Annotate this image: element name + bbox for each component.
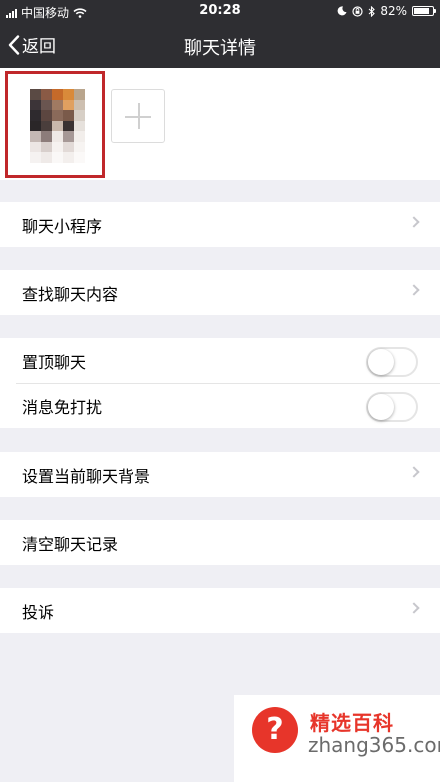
avatar-tile	[52, 110, 63, 121]
avatar-tile	[52, 141, 63, 153]
member-avatar[interactable]	[30, 89, 85, 163]
status-bar: 中国移动 20:28 82%	[0, 0, 440, 22]
row-search-content[interactable]: 查找聊天内容	[0, 270, 440, 315]
avatar-tile	[52, 131, 63, 142]
avatar-tile	[74, 110, 85, 121]
battery-icon	[412, 6, 436, 16]
row-label: 查找聊天内容	[22, 284, 119, 304]
row-set-background[interactable]: 设置当前聊天背景	[0, 452, 440, 497]
group-search: 查找聊天内容	[0, 270, 440, 315]
avatar-tile	[41, 141, 52, 153]
chevron-right-icon	[408, 284, 420, 296]
members-section	[0, 68, 440, 180]
toggle-knob	[368, 349, 394, 375]
question-mark-icon: ?	[252, 707, 298, 753]
avatar-tile	[63, 89, 74, 100]
chevron-right-icon	[408, 216, 420, 228]
top-bar: 中国移动 20:28 82% 返回 聊天详情	[0, 0, 440, 68]
avatar-tile	[41, 131, 52, 142]
toggle-knob	[368, 394, 394, 420]
avatar-tile	[30, 89, 41, 100]
avatar-tile	[52, 120, 63, 132]
row-pin-chat: 置顶聊天	[0, 338, 440, 383]
avatar-tile	[52, 99, 63, 111]
avatar-tile	[63, 120, 74, 132]
avatar-tile	[63, 152, 74, 163]
watermark: ? 精选百科 zhang365.com	[234, 695, 440, 782]
mute-toggle[interactable]	[366, 392, 418, 422]
avatar-tile	[30, 152, 41, 163]
avatar-tile	[74, 152, 85, 163]
avatar-tile	[74, 89, 85, 100]
avatar-tile	[74, 99, 85, 111]
member-highlight-frame	[5, 71, 105, 178]
page-title: 聊天详情	[184, 38, 256, 59]
avatar-tile	[74, 131, 85, 142]
avatar-tile	[74, 141, 85, 153]
chevron-right-icon	[408, 602, 420, 614]
pin-chat-toggle[interactable]	[366, 347, 418, 377]
row-label: 消息免打扰	[22, 397, 103, 417]
watermark-name: 精选百科	[310, 711, 394, 735]
nav-bar: 返回 聊天详情	[0, 22, 440, 68]
row-label: 置顶聊天	[22, 352, 87, 372]
bluetooth-icon	[368, 5, 376, 17]
avatar-tile	[41, 99, 52, 111]
avatar-tile	[30, 110, 41, 121]
battery-level	[414, 8, 429, 14]
row-mute: 消息免打扰	[0, 383, 440, 428]
battery-percent: 82%	[380, 4, 407, 18]
row-mini-programs[interactable]: 聊天小程序	[0, 202, 440, 247]
chevron-right-icon	[408, 466, 420, 478]
row-label: 清空聊天记录	[22, 534, 119, 554]
group-toggles: 置顶聊天 消息免打扰	[0, 338, 440, 428]
add-member-button[interactable]	[111, 89, 165, 143]
group-mini-programs: 聊天小程序	[0, 202, 440, 247]
avatar-tile	[52, 89, 63, 100]
row-label: 设置当前聊天背景	[22, 466, 151, 486]
avatar-tile	[74, 120, 85, 132]
moon-icon	[337, 6, 347, 16]
avatar-tile	[30, 99, 41, 111]
group-background: 设置当前聊天背景	[0, 452, 440, 497]
avatar-tile	[41, 120, 52, 132]
row-label: 投诉	[22, 602, 55, 622]
avatar-tile	[41, 89, 52, 100]
avatar-tile	[63, 141, 74, 153]
avatar-tile	[63, 131, 74, 142]
avatar-tile	[30, 131, 41, 142]
row-clear-history[interactable]: 清空聊天记录	[0, 520, 440, 565]
row-label: 聊天小程序	[22, 216, 103, 236]
avatar-tile	[63, 110, 74, 121]
watermark-url: zhang365.com	[308, 733, 440, 757]
group-report: 投诉	[0, 588, 440, 633]
avatar-tile	[41, 110, 52, 121]
row-report[interactable]: 投诉	[0, 588, 440, 633]
avatar-tile	[63, 99, 74, 111]
avatar-tile	[52, 152, 63, 163]
avatar-tile	[30, 141, 41, 153]
group-clear: 清空聊天记录	[0, 520, 440, 565]
orientation-lock-icon	[352, 5, 363, 17]
avatar-tile	[41, 152, 52, 163]
avatar-tile	[30, 120, 41, 132]
